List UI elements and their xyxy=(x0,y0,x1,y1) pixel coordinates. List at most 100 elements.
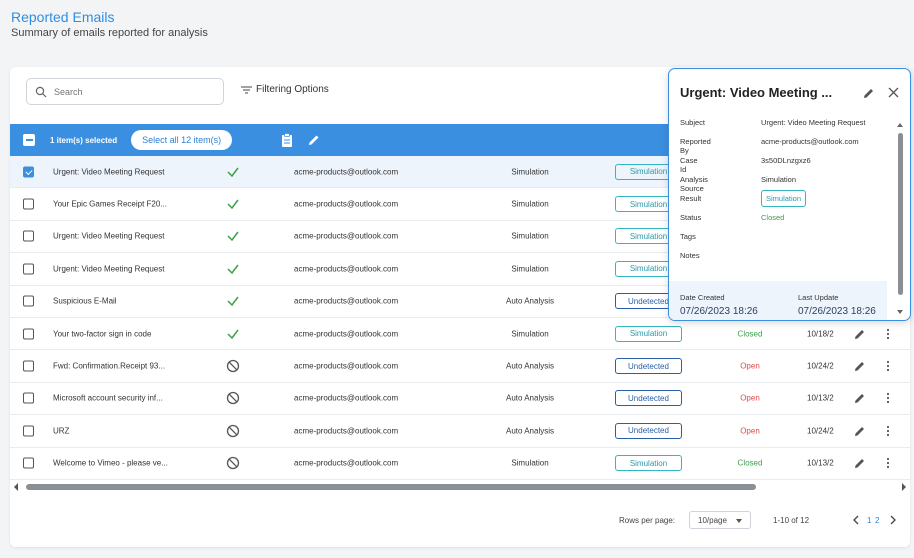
detail-field-label: Notes xyxy=(680,251,700,260)
row-checkbox[interactable] xyxy=(23,295,34,307)
edit-icon[interactable] xyxy=(863,87,875,99)
row-analysis-source: Simulation xyxy=(511,458,549,468)
row-checkbox[interactable] xyxy=(23,457,34,469)
selected-count: 1 item(s) selected xyxy=(50,135,118,145)
row-reporter: acme-products@outlook.com xyxy=(294,329,399,339)
edit-icon[interactable] xyxy=(854,328,866,340)
table-row[interactable]: Microsoft account security inf... acme-pr… xyxy=(10,383,910,416)
page-2-link[interactable]: 2 xyxy=(875,516,879,525)
row-result-badge: Undetected xyxy=(615,390,682,407)
more-options-icon[interactable] xyxy=(886,425,890,437)
edit-icon[interactable] xyxy=(307,133,321,147)
detail-field-value: Urgent: Video Meeting Request xyxy=(761,118,866,127)
check-icon xyxy=(226,165,240,179)
page-range: 1-10 of 12 xyxy=(773,516,810,525)
table-row[interactable]: Your two-factor sign in code acme-product… xyxy=(10,318,910,351)
blocked-icon xyxy=(226,424,240,438)
row-result-badge: Undetected xyxy=(615,422,682,439)
row-result-badge: Simulation xyxy=(615,455,682,472)
edit-icon[interactable] xyxy=(854,360,866,372)
row-status: Open xyxy=(740,426,760,436)
more-options-icon[interactable] xyxy=(886,328,890,340)
row-analysis-source: Simulation xyxy=(511,231,549,241)
row-analysis-source: Auto Analysis xyxy=(505,426,555,436)
row-subject: Fwd: Confirmation.Receipt 93... xyxy=(53,361,166,371)
row-analysis-source: Simulation xyxy=(511,329,549,339)
row-subject: Urgent: Video Meeting Request xyxy=(53,167,165,177)
row-date: 10/13/2 xyxy=(807,458,834,468)
row-checkbox[interactable] xyxy=(23,198,34,210)
select-all-button[interactable]: Select all 12 item(s) xyxy=(131,130,233,150)
last-update-value: 07/26/2023 18:26 xyxy=(798,306,876,317)
scroll-down-icon[interactable] xyxy=(897,310,903,314)
row-analysis-source: Simulation xyxy=(511,167,549,177)
row-analysis-source: Simulation xyxy=(511,264,549,274)
row-checkbox[interactable] xyxy=(23,425,34,437)
detail-scrollbar-thumb[interactable] xyxy=(898,133,903,295)
row-date: 10/24/2 xyxy=(807,361,834,371)
row-reporter: acme-products@outlook.com xyxy=(294,458,399,468)
detail-field-label: Subject xyxy=(680,118,706,127)
detail-title: Urgent: Video Meeting ... xyxy=(680,85,833,100)
edit-icon[interactable] xyxy=(854,425,866,437)
last-update-label: Last Update xyxy=(798,293,839,302)
more-options-icon[interactable] xyxy=(886,392,890,404)
row-status: Closed xyxy=(737,329,763,339)
page-subtitle: Summary of emails reported for analysis xyxy=(11,27,208,39)
row-status: Closed xyxy=(737,458,763,468)
search-input[interactable] xyxy=(54,86,214,97)
date-created-value: 07/26/2023 18:26 xyxy=(680,306,758,317)
row-checkbox[interactable] xyxy=(23,328,34,340)
scroll-right-icon[interactable] xyxy=(902,483,906,491)
row-subject: Welcome to Vimeo - please ve... xyxy=(53,458,168,468)
table-row[interactable]: Welcome to Vimeo - please ve... acme-prod… xyxy=(10,448,910,480)
more-options-icon[interactable] xyxy=(886,360,890,372)
search-box[interactable] xyxy=(26,78,224,105)
detail-scrollbar[interactable] xyxy=(896,121,904,316)
row-analysis-source: Auto Analysis xyxy=(505,393,555,403)
scroll-left-icon[interactable] xyxy=(14,483,18,491)
row-checkbox[interactable] xyxy=(23,166,34,178)
email-detail-popover: Urgent: Video Meeting ... Subject Urgent:… xyxy=(668,68,911,321)
table-row[interactable]: URZ acme-products@outlook.com Auto Analysi… xyxy=(10,415,910,448)
row-subject: Your Epic Games Receipt F20... xyxy=(53,199,167,209)
page-title: Reported Emails xyxy=(11,9,115,25)
scrollbar-thumb[interactable] xyxy=(26,484,756,490)
row-checkbox[interactable] xyxy=(23,392,34,404)
edit-icon[interactable] xyxy=(854,457,866,469)
row-reporter: acme-products@outlook.com xyxy=(294,167,399,177)
detail-field-value: acme-products@outlook.com xyxy=(761,137,859,146)
chevron-left-icon[interactable] xyxy=(850,514,862,526)
row-reporter: acme-products@outlook.com xyxy=(294,264,399,274)
row-subject: Urgent: Video Meeting Request xyxy=(53,264,165,274)
detail-field-label: Case Id xyxy=(680,156,698,174)
row-checkbox[interactable] xyxy=(23,230,34,242)
edit-icon[interactable] xyxy=(854,392,866,404)
row-result-badge: Undetected xyxy=(615,358,682,375)
filtering-options-button[interactable]: Filtering Options xyxy=(241,84,329,95)
detail-field-value: 3s50DLnzgxz6 xyxy=(761,156,811,165)
blocked-icon xyxy=(226,391,240,405)
rows-per-page-label: Rows per page: xyxy=(619,516,676,525)
row-subject: URZ xyxy=(53,426,70,436)
row-reporter: acme-products@outlook.com xyxy=(294,199,399,209)
row-analysis-source: Auto Analysis xyxy=(505,296,555,306)
row-checkbox[interactable] xyxy=(23,360,34,372)
detail-footer: Date Created 07/26/2023 18:26 Last Updat… xyxy=(669,281,887,320)
table-row[interactable]: Fwd: Confirmation.Receipt 93... acme-prod… xyxy=(10,350,910,383)
detail-result-badge: Simulation xyxy=(761,190,807,207)
clipboard-icon[interactable] xyxy=(280,133,294,147)
chevron-right-icon[interactable] xyxy=(887,514,899,526)
rows-per-page-select[interactable]: 10/page xyxy=(689,511,751,529)
page-1-link[interactable]: 1 xyxy=(867,516,871,525)
deselect-all-checkbox[interactable] xyxy=(23,134,35,146)
row-subject: Urgent: Video Meeting Request xyxy=(53,231,165,241)
horizontal-scrollbar[interactable] xyxy=(10,481,910,493)
scroll-up-icon[interactable] xyxy=(897,123,903,127)
row-checkbox[interactable] xyxy=(23,263,34,275)
close-icon[interactable] xyxy=(888,87,899,98)
blocked-icon xyxy=(226,456,240,470)
detail-field-value: Closed xyxy=(761,213,785,222)
row-reporter: acme-products@outlook.com xyxy=(294,296,399,306)
more-options-icon[interactable] xyxy=(886,457,890,469)
